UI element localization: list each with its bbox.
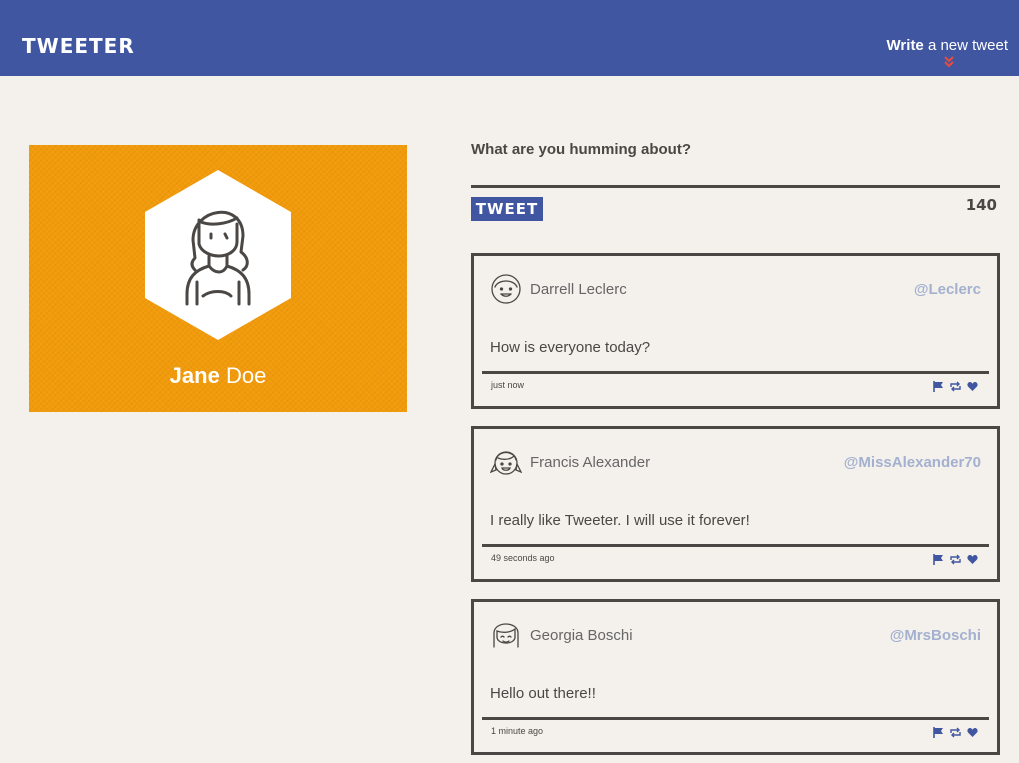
write-new-tweet-link[interactable]: Write a new tweet bbox=[887, 37, 1008, 55]
compose-prompt[interactable]: What are you humming about? bbox=[471, 141, 691, 159]
tweet-author-name: Georgia Boschi bbox=[530, 627, 633, 644]
character-counter: 140 bbox=[965, 196, 997, 214]
top-nav: TWEETER Write a new tweet bbox=[0, 0, 1019, 76]
tweet-timestamp: just now bbox=[491, 380, 525, 390]
profile-last-name: Doe bbox=[225, 363, 267, 388]
flag-icon[interactable] bbox=[933, 379, 944, 392]
new-tweet-label: a new tweet bbox=[923, 37, 1008, 54]
retweet-icon[interactable] bbox=[950, 725, 961, 738]
heart-icon[interactable] bbox=[967, 552, 978, 564]
compose-textarea-underline[interactable] bbox=[471, 185, 1000, 188]
woman-bangs-face-icon bbox=[493, 623, 519, 648]
tweet-card: Darrell Leclerc @Leclerc How is everyone… bbox=[471, 253, 1000, 409]
brand-logo[interactable]: TWEETER bbox=[22, 35, 135, 57]
tweet-body: Hello out there!! bbox=[490, 685, 596, 702]
tweet-actions bbox=[933, 552, 978, 565]
tweet-actions bbox=[933, 379, 978, 392]
write-label: Write bbox=[886, 37, 924, 54]
tweet-actions bbox=[933, 725, 978, 738]
profile-card: Jane Doe bbox=[29, 145, 407, 412]
man-face-icon bbox=[491, 274, 521, 304]
profile-name: Jane Doe bbox=[29, 363, 407, 389]
tweet-timestamp: 49 seconds ago bbox=[491, 553, 555, 563]
retweet-icon[interactable] bbox=[950, 379, 961, 392]
tweet-divider bbox=[482, 544, 989, 547]
tweet-body: I really like Tweeter. I will use it for… bbox=[490, 512, 750, 529]
retweet-icon[interactable] bbox=[950, 552, 961, 565]
flag-icon[interactable] bbox=[933, 552, 944, 565]
heart-icon[interactable] bbox=[967, 379, 978, 391]
tweet-divider bbox=[482, 717, 989, 720]
tweet-timestamp: 1 minute ago bbox=[491, 726, 544, 736]
double-chevron-down-icon[interactable] bbox=[944, 55, 954, 69]
tweet-card: Francis Alexander @MissAlexander70 I rea… bbox=[471, 426, 1000, 582]
profile-first-name: Jane bbox=[169, 363, 220, 388]
profile-avatar bbox=[145, 170, 291, 340]
heart-icon[interactable] bbox=[967, 725, 978, 737]
tweet-divider bbox=[482, 371, 989, 374]
girl-pigtails-face-icon bbox=[490, 451, 522, 475]
tweet-author-name: Francis Alexander bbox=[530, 454, 651, 471]
tweet-author-name: Darrell Leclerc bbox=[530, 281, 627, 298]
tweet-button[interactable]: TWEET bbox=[471, 197, 543, 221]
tweet-author-handle[interactable]: @MissAlexander70 bbox=[844, 453, 981, 473]
tweet-author-handle[interactable]: @Leclerc bbox=[914, 280, 981, 300]
tweet-author-handle[interactable]: @MrsBoschi bbox=[890, 626, 981, 646]
tweet-body: How is everyone today? bbox=[490, 339, 651, 356]
flag-icon[interactable] bbox=[933, 725, 944, 738]
tweet-card: Georgia Boschi @MrsBoschi Hello out ther… bbox=[471, 599, 1000, 755]
